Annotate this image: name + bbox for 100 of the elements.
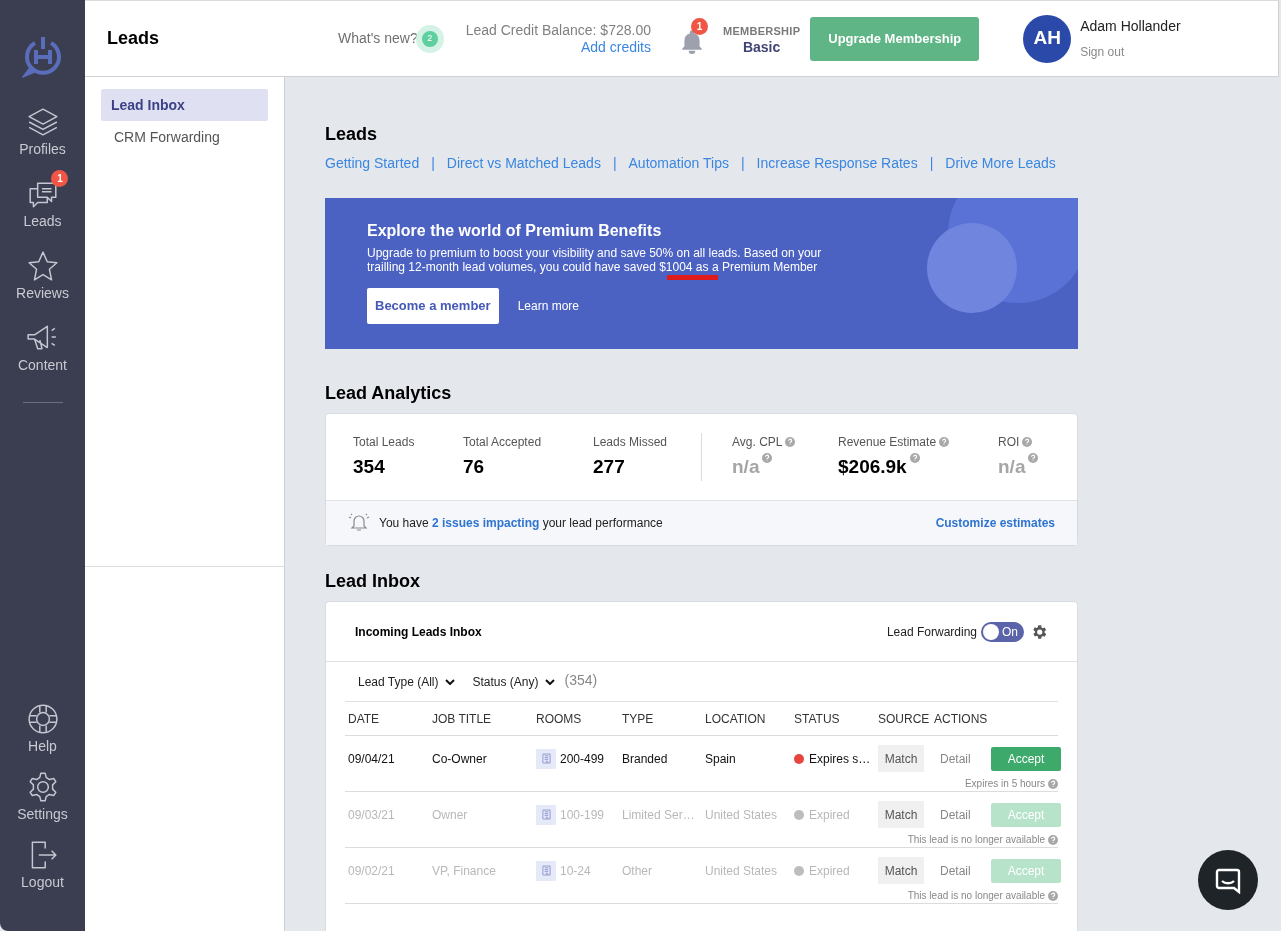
help-link[interactable]: Increase Response Rates [756, 153, 918, 174]
submenu-item[interactable]: Lead Inbox [101, 89, 268, 121]
help-icon[interactable] [1048, 778, 1058, 789]
source-tag: Match [878, 857, 924, 884]
table-cell-text: United States [705, 806, 779, 824]
building-icon [536, 860, 556, 881]
chevron-down-icon [544, 678, 555, 685]
help-icon[interactable] [785, 436, 796, 447]
help-icon[interactable] [939, 436, 950, 447]
help-link[interactable]: Drive More Leads [945, 153, 1056, 174]
stat-label: Total Accepted [463, 433, 542, 451]
source-tag: Match [878, 745, 924, 772]
column-header: TYPE [622, 710, 655, 728]
status-text: Expired [809, 862, 850, 880]
stat-value: $206.9k [838, 454, 907, 479]
note-text: Expires in 5 hours [964, 777, 1045, 791]
credit-balance: Lead Credit Balance: $728.00 [465, 21, 651, 39]
table-cell-text: 100-199 [560, 806, 605, 824]
accept-button[interactable]: Accept [991, 746, 1061, 771]
table-cell-text: Co-Owner [432, 750, 488, 768]
column-header: STATUS [794, 710, 841, 728]
table-cell-text: 09/04/21 [348, 750, 396, 768]
nav-label[interactable]: Settings [17, 804, 68, 825]
stat-value: 354 [353, 454, 385, 479]
nav-label[interactable]: Profiles [19, 139, 66, 160]
status-text: Expired [809, 806, 850, 824]
lifebuoy-icon[interactable] [26, 703, 59, 735]
stat-value: 76 [463, 454, 485, 479]
help-link[interactable]: Automation Tips [628, 153, 729, 174]
column-header: ROOMS [536, 710, 583, 728]
stat-value: 277 [593, 454, 625, 479]
customize-estimates-link[interactable]: Customize estimates [935, 514, 1055, 532]
avatar[interactable]: AH [1023, 14, 1072, 63]
nav-label[interactable]: Logout [21, 872, 64, 893]
table-cell-text: Branded [622, 750, 669, 768]
chevron-down-icon [444, 678, 455, 685]
section-heading: Lead Analytics [325, 382, 453, 405]
card-title: Incoming Leads Inbox [355, 623, 482, 641]
note-text: This lead is no longer available [907, 889, 1045, 903]
stat-label: Revenue Estimate [838, 433, 937, 451]
help-icon[interactable] [1028, 452, 1039, 463]
building-icon [536, 804, 556, 825]
become-member-button[interactable]: Become a member [367, 288, 499, 324]
issues-notice: You have 2 issues impacting your lead performance [379, 515, 663, 532]
nav-label[interactable]: Leads [23, 211, 62, 232]
membership-level: Basic [742, 38, 781, 55]
separator: | [929, 154, 934, 173]
learn-more-link[interactable]: Learn more [517, 297, 579, 315]
settings-icon[interactable] [26, 771, 59, 803]
stat-label: ROI [998, 433, 1020, 451]
sign-out-link[interactable]: Sign out [1080, 42, 1181, 61]
help-link[interactable]: Getting Started [325, 153, 420, 174]
user-name: Adam Hollander [1080, 16, 1181, 35]
section-heading: Lead Inbox [325, 570, 421, 593]
page-title: Leads [107, 27, 161, 50]
help-icon[interactable] [1022, 436, 1033, 447]
chat-icon [1214, 866, 1242, 894]
notification-badge: 1 [690, 17, 708, 35]
table-cell-text: VP, Finance [432, 862, 497, 880]
help-icon[interactable] [762, 452, 773, 463]
lead-forwarding-label: Lead Forwarding [886, 623, 977, 641]
nav-label[interactable]: Content [17, 355, 67, 376]
layers-icon[interactable] [26, 106, 59, 138]
membership-label: MEMBERSHIP [722, 23, 801, 39]
help-icon[interactable] [909, 452, 920, 463]
submenu-item[interactable]: CRM Forwarding [101, 121, 268, 153]
table-cell-text: 200-499 [560, 750, 605, 768]
whats-new-link[interactable]: What's new? [338, 28, 418, 49]
column-header: SOURCE [878, 710, 931, 728]
status-text: Expires s… [809, 750, 871, 768]
filter-dropdown[interactable]: Status (Any) [472, 672, 555, 691]
lead-count: (354) [564, 670, 598, 690]
count-badge: 2 [421, 30, 438, 47]
help-icon[interactable] [1048, 890, 1058, 901]
source-tag: Match [878, 801, 924, 828]
help-link[interactable]: Direct vs Matched Leads [446, 153, 601, 174]
banner-title: Explore the world of Premium Benefits [367, 221, 663, 241]
filter-dropdown[interactable]: Lead Type (All) [358, 672, 455, 691]
add-credits-link[interactable]: Add credits [580, 38, 651, 56]
column-header: LOCATION [705, 710, 767, 728]
nav-label[interactable]: Reviews [16, 283, 69, 304]
table-cell-text: United States [705, 862, 779, 880]
column-header: JOB TITLE [432, 710, 493, 728]
nav-label[interactable]: Help [28, 736, 57, 757]
stat-label: Total Leads [353, 433, 415, 451]
star-icon[interactable] [26, 250, 59, 282]
table-cell-text: Limited Ser… [622, 806, 696, 824]
table-cell-text: 09/03/21 [348, 806, 396, 824]
underline-mark [667, 275, 718, 280]
separator: | [431, 154, 435, 173]
stat-value: n/a [998, 454, 1026, 479]
detail-link[interactable]: Detail [940, 749, 971, 768]
help-icon[interactable] [1048, 834, 1058, 845]
column-header: DATE [348, 710, 381, 728]
chat-button[interactable] [1198, 850, 1258, 910]
building-icon [536, 748, 556, 769]
stat-value: n/a [732, 454, 760, 479]
toggle-switch[interactable]: On [981, 621, 1024, 642]
table-cell-text: 10-24 [560, 862, 591, 880]
banner-text: Upgrade to premium to boost your visibility and save 50% on all leads. Based on your trailling 12-month lead volumes, you could have saved $1004 as a Premium Member [367, 246, 823, 274]
